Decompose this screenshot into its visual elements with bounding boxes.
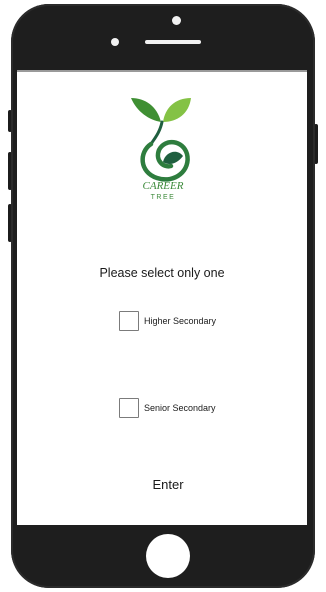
higher-secondary-label: Higher Secondary [144, 316, 217, 326]
status-divider [17, 70, 307, 72]
app-screen: CAREER TREE Please select only one Highe… [17, 70, 307, 525]
logo-wordmark-line1: CAREER [143, 180, 184, 192]
front-camera-icon [172, 16, 181, 25]
option-higher-secondary[interactable]: Higher Secondary [119, 311, 216, 331]
enter-button[interactable]: Enter [132, 470, 204, 498]
higher-secondary-checkbox[interactable] [119, 311, 139, 331]
senior-secondary-checkbox[interactable] [119, 398, 139, 418]
logo-wordmark-line2: TREE [151, 194, 176, 201]
home-button-icon[interactable] [146, 534, 190, 578]
senior-secondary-label: Senior Secondary [144, 403, 216, 413]
career-tree-logo-icon: CAREER TREE [131, 98, 191, 201]
earpiece-speaker-icon [145, 40, 201, 44]
sensor-icon [111, 38, 119, 46]
option-senior-secondary[interactable]: Senior Secondary [119, 398, 216, 418]
question-text: Please select only one [99, 266, 225, 280]
